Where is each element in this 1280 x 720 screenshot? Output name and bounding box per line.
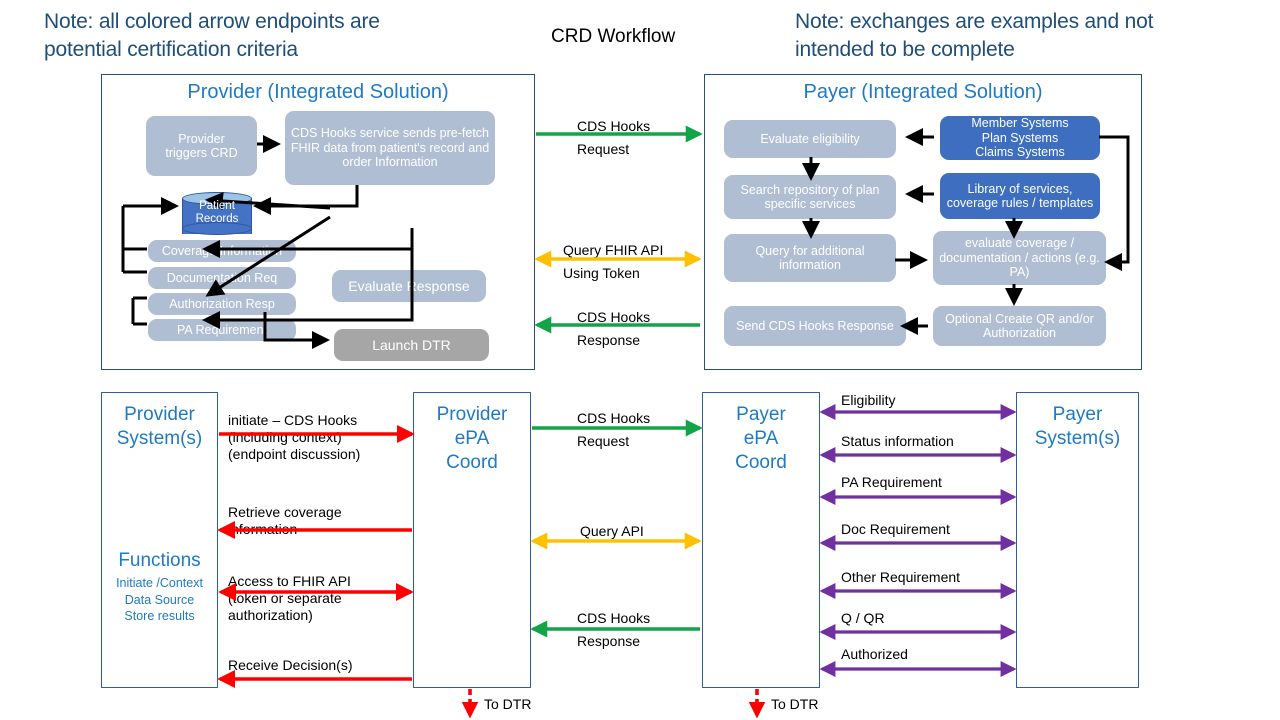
provider-epa-coord-lane: Provider ePA Coord	[413, 392, 531, 688]
middle-exchange-cds-hooks-response-line2: Response	[577, 633, 641, 649]
provider-triggers-crd-label: Provider triggers CRD	[165, 131, 238, 161]
provider-exchange-access-fhir-api-label: Access to FHIR API (token or separate au…	[228, 573, 351, 624]
payer-exchange-doc-requirement-label: Doc Requirement	[841, 521, 950, 537]
member-plan-claims-systems-box[interactable]: Member Systems Plan Systems Claims Syste…	[940, 116, 1100, 160]
top-exchange-cds-hooks-request-line1: CDS Hooks	[577, 118, 651, 134]
patient-records-label: Patient Records	[195, 200, 239, 226]
note-certification-criteria: Note: all colored arrow endpoints are po…	[44, 10, 380, 61]
provider-epa-coord-title: Provider ePA Coord	[436, 404, 508, 473]
payer-integrated-solution-panel: Payer (Integrated Solution) Evaluate eli…	[704, 74, 1142, 370]
payer-panel-title: Payer (Integrated Solution)	[803, 81, 1043, 103]
provider-exchange-initiate-cds-hooks-label: initiate – CDS Hooks (including context)…	[228, 412, 361, 463]
cds-hooks-service-label: CDS Hooks service sends pre-fetch FHIR d…	[290, 126, 490, 170]
evaluate-coverage-label: evaluate coverage / documentation / acti…	[939, 236, 1100, 280]
middle-exchange-cds-hooks-response-line1: CDS Hooks	[577, 610, 651, 626]
payer-systems-lane: Payer System(s)	[1016, 392, 1139, 688]
query-additional-information-label: Query for additional information	[755, 243, 865, 273]
send-cds-hooks-response-box[interactable]: Send CDS Hooks Response	[724, 306, 906, 346]
search-repository-label: Search repository of plan specific servi…	[740, 182, 880, 212]
library-of-services-box[interactable]: Library of services, coverage rules / te…	[940, 173, 1100, 219]
top-exchange-cds-hooks-request-line2: Request	[577, 141, 630, 157]
provider-exchange-receive-decisions-label: Receive Decision(s)	[228, 657, 353, 673]
payer-exchange-eligibility-label: Eligibility	[841, 392, 896, 408]
top-exchange-query-fhir-api-line2: Using Token	[563, 265, 640, 281]
top-exchange-cds-hooks-response-line2: Response	[577, 332, 641, 348]
authorization-resp-box[interactable]: Authorization Resp	[148, 293, 296, 315]
provider-panel-title: Provider (Integrated Solution)	[187, 81, 449, 103]
top-exchange-cds-hooks-response-line1: CDS Hooks	[577, 309, 651, 325]
provider-systems-lane: Provider System(s) Functions Initiate /C…	[101, 392, 218, 688]
payer-exchange-pa-requirement-label: PA Requirement	[841, 474, 942, 490]
library-of-services-label: Library of services, coverage rules / te…	[946, 181, 1094, 211]
send-cds-hooks-response-label: Send CDS Hooks Response	[736, 318, 894, 333]
middle-exchange-cds-hooks-request-line1: CDS Hooks	[577, 410, 651, 426]
evaluate-response-box[interactable]: Evaluate Response	[332, 270, 486, 302]
payer-exchange-status-information-label: Status information	[841, 433, 954, 449]
provider-systems-title: Provider System(s)	[116, 404, 203, 449]
pa-requirement-label: PA Requirement	[176, 322, 268, 337]
documentation-req-box[interactable]: Documentation Req	[148, 267, 296, 289]
functions-list: Initiate /Context Data Source Store resu…	[116, 576, 203, 623]
optional-create-qr-box[interactable]: Optional Create QR and/or Authorization	[933, 306, 1106, 346]
top-exchange-query-fhir-api-line1: Query FHIR API	[563, 242, 664, 258]
middle-exchange-cds-hooks-request-line2: Request	[577, 433, 630, 449]
optional-create-qr-label: Optional Create QR and/or Authorization	[945, 311, 1094, 341]
evaluate-coverage-box[interactable]: evaluate coverage / documentation / acti…	[933, 231, 1106, 285]
coverage-information-label: Coverage Information	[161, 243, 283, 258]
evaluate-eligibility-label: Evaluate eligibility	[760, 131, 860, 146]
provider-integrated-solution-panel: Provider (Integrated Solution) Provider …	[101, 74, 535, 370]
launch-dtr-box[interactable]: Launch DTR	[334, 329, 489, 361]
launch-dtr-label: Launch DTR	[372, 336, 451, 353]
page-title: CRD Workflow	[551, 26, 676, 47]
payer-systems-title: Payer System(s)	[1034, 404, 1121, 449]
documentation-req-label: Documentation Req	[166, 270, 278, 285]
functions-heading: Functions	[118, 550, 201, 571]
payer-epa-coord-title: Payer ePA Coord	[735, 404, 787, 473]
note-exchanges-examples: Note: exchanges are examples and not int…	[795, 10, 1154, 61]
cds-hooks-service-box[interactable]: CDS Hooks service sends pre-fetch FHIR d…	[285, 111, 495, 185]
to-dtr-provider-label: To DTR	[484, 696, 532, 712]
provider-exchange-retrieve-coverage-label: Retrieve coverage information	[228, 504, 342, 538]
pa-requirement-box[interactable]: PA Requirement	[148, 319, 296, 341]
evaluate-response-label: Evaluate Response	[348, 277, 470, 294]
to-dtr-payer-label: To DTR	[771, 696, 819, 712]
patient-records-cylinder[interactable]: Patient Records	[182, 192, 252, 239]
evaluate-eligibility-box[interactable]: Evaluate eligibility	[724, 120, 896, 158]
coverage-information-box[interactable]: Coverage Information	[148, 240, 296, 262]
authorization-resp-label: Authorization Resp	[169, 296, 275, 311]
search-repository-box[interactable]: Search repository of plan specific servi…	[724, 175, 896, 219]
payer-exchange-authorized-label: Authorized	[841, 646, 908, 662]
member-plan-claims-systems-label: Member Systems Plan Systems Claims Syste…	[971, 116, 1069, 160]
middle-exchange-query-api-label: Query API	[580, 523, 644, 539]
payer-exchange-q-qr-label: Q / QR	[841, 610, 885, 626]
payer-epa-coord-lane: Payer ePA Coord	[702, 392, 820, 688]
query-additional-information-box[interactable]: Query for additional information	[724, 234, 896, 282]
provider-triggers-crd-box[interactable]: Provider triggers CRD	[146, 116, 257, 176]
payer-exchange-other-requirement-label: Other Requirement	[841, 569, 961, 585]
